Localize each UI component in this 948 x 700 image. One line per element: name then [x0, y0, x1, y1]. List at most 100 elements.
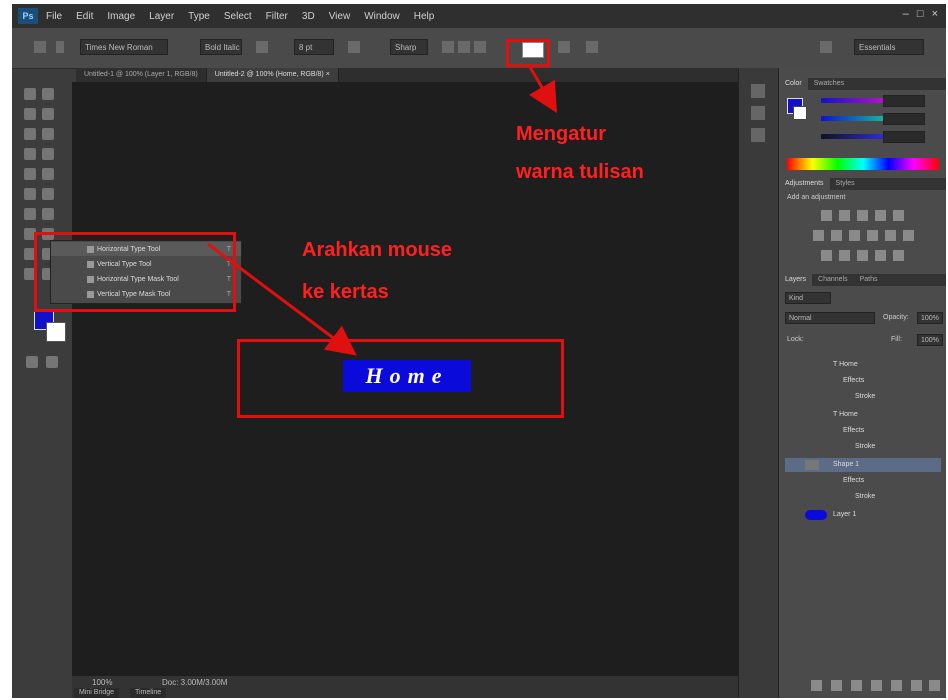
history-brush-tool-icon[interactable] [42, 168, 54, 180]
layer-row-home-2[interactable]: T Home [785, 408, 941, 422]
new-adjustment-icon[interactable] [871, 680, 882, 691]
minimize-button[interactable]: – [903, 8, 909, 20]
eyedropper-tool-icon[interactable] [42, 128, 54, 140]
tab-paths[interactable]: Paths [854, 274, 884, 286]
layer-effects-row[interactable]: Effects [785, 424, 941, 438]
threshold-icon[interactable] [857, 250, 868, 261]
selective-color-icon[interactable] [893, 250, 904, 261]
opacity-input[interactable]: 100% [917, 312, 943, 324]
screen-mode-icon[interactable] [46, 356, 58, 368]
new-group-icon[interactable] [891, 680, 902, 691]
properties-panel-icon[interactable] [751, 106, 765, 120]
quick-select-tool-icon[interactable] [42, 108, 54, 120]
menu-window[interactable]: Window [364, 11, 400, 22]
menu-file[interactable]: File [46, 11, 62, 22]
menu-view[interactable]: View [329, 11, 351, 22]
healing-tool-icon[interactable] [24, 148, 36, 160]
layer-style-icon[interactable] [831, 680, 842, 691]
gradient-tool-icon[interactable] [42, 188, 54, 200]
black-white-icon[interactable] [849, 230, 860, 241]
orientation-toggle-icon[interactable] [56, 41, 64, 53]
layer-stroke-row[interactable]: Stroke [785, 390, 941, 404]
delete-layer-icon[interactable] [929, 680, 940, 691]
type-tool-preset-icon[interactable] [34, 41, 46, 53]
gradient-map-icon[interactable] [875, 250, 886, 261]
green-value[interactable] [883, 113, 925, 125]
workspace-select[interactable]: Essentials [854, 39, 924, 55]
lasso-tool-icon[interactable] [24, 108, 36, 120]
move-tool-icon[interactable] [24, 88, 36, 100]
font-size-select[interactable]: 8 pt [294, 39, 334, 55]
color-balance-icon[interactable] [831, 230, 842, 241]
tab-adjustments[interactable]: Adjustments [779, 178, 830, 190]
tab-styles[interactable]: Styles [830, 178, 861, 190]
layer-row-shape-1[interactable]: Shape 1 [785, 458, 941, 472]
crop-tool-icon[interactable] [24, 128, 36, 140]
layer-row-home-1[interactable]: T Home [785, 358, 941, 372]
posterize-icon[interactable] [839, 250, 850, 261]
align-right-icon[interactable] [474, 41, 486, 53]
align-center-icon[interactable] [458, 41, 470, 53]
menu-layer[interactable]: Layer [149, 11, 174, 22]
fill-input[interactable]: 100% [917, 334, 943, 346]
maximize-button[interactable]: □ [917, 8, 924, 20]
exposure-icon[interactable] [875, 210, 886, 221]
vibrance-icon[interactable] [893, 210, 904, 221]
photo-filter-icon[interactable] [867, 230, 878, 241]
hue-saturation-icon[interactable] [813, 230, 824, 241]
invert-icon[interactable] [821, 250, 832, 261]
marquee-tool-icon[interactable] [42, 88, 54, 100]
layer-stroke-row[interactable]: Stroke [785, 490, 941, 504]
menu-3d[interactable]: 3D [302, 11, 315, 22]
tab-color[interactable]: Color [779, 78, 808, 90]
history-panel-icon[interactable] [751, 84, 765, 98]
tab-mini-bridge[interactable]: Mini Bridge [74, 688, 120, 698]
brush-tool-icon[interactable] [42, 148, 54, 160]
warp-text-icon[interactable] [558, 41, 570, 53]
menu-type[interactable]: Type [188, 11, 210, 22]
dodge-tool-icon[interactable] [42, 208, 54, 220]
menu-filter[interactable]: Filter [266, 11, 288, 22]
blur-tool-icon[interactable] [24, 208, 36, 220]
layer-row-layer-1[interactable]: Layer 1 [785, 508, 941, 522]
character-panel-icon[interactable] [586, 41, 598, 53]
blue-value[interactable] [883, 131, 925, 143]
background-color-swatch[interactable] [46, 322, 66, 342]
color-spectrum[interactable] [787, 158, 939, 170]
tab-swatches[interactable]: Swatches [808, 78, 850, 90]
tab-timeline[interactable]: Timeline [130, 688, 167, 698]
font-style-select[interactable]: Bold Italic [200, 39, 242, 55]
character-panel-icon[interactable] [751, 128, 765, 142]
layer-effects-row[interactable]: Effects [785, 474, 941, 488]
antialias-select[interactable]: Sharp [390, 39, 428, 55]
link-layers-icon[interactable] [811, 680, 822, 691]
tab-channels[interactable]: Channels [812, 274, 854, 286]
menu-help[interactable]: Help [414, 11, 435, 22]
font-family-select[interactable]: Times New Roman [80, 39, 168, 55]
red-value[interactable] [883, 95, 925, 107]
blend-mode-select[interactable]: Normal [785, 312, 875, 324]
eraser-tool-icon[interactable] [24, 188, 36, 200]
brightness-contrast-icon[interactable] [821, 210, 832, 221]
layer-stroke-row[interactable]: Stroke [785, 440, 941, 454]
stamp-tool-icon[interactable] [24, 168, 36, 180]
align-left-icon[interactable] [442, 41, 454, 53]
menu-select[interactable]: Select [224, 11, 252, 22]
levels-icon[interactable] [839, 210, 850, 221]
commit-icon[interactable] [820, 41, 832, 53]
menu-image[interactable]: Image [107, 11, 135, 22]
new-layer-icon[interactable] [911, 680, 922, 691]
layer-filter-select[interactable]: Kind [785, 292, 831, 304]
curves-icon[interactable] [857, 210, 868, 221]
channel-mixer-icon[interactable] [885, 230, 896, 241]
color-lookup-icon[interactable] [903, 230, 914, 241]
doc-tab-untitled-2[interactable]: Untitled-2 @ 100% (Home, RGB/8) × [206, 68, 339, 82]
layer-mask-icon[interactable] [851, 680, 862, 691]
doc-tab-untitled-1[interactable]: Untitled-1 @ 100% (Layer 1, RGB/8) [76, 68, 207, 82]
layer-effects-row[interactable]: Effects [785, 374, 941, 388]
zoom-level[interactable]: 100% [92, 678, 112, 687]
menu-edit[interactable]: Edit [76, 11, 93, 22]
tab-layers[interactable]: Layers [779, 274, 813, 286]
quick-mask-icon[interactable] [26, 356, 38, 368]
close-button[interactable]: × [932, 8, 938, 20]
